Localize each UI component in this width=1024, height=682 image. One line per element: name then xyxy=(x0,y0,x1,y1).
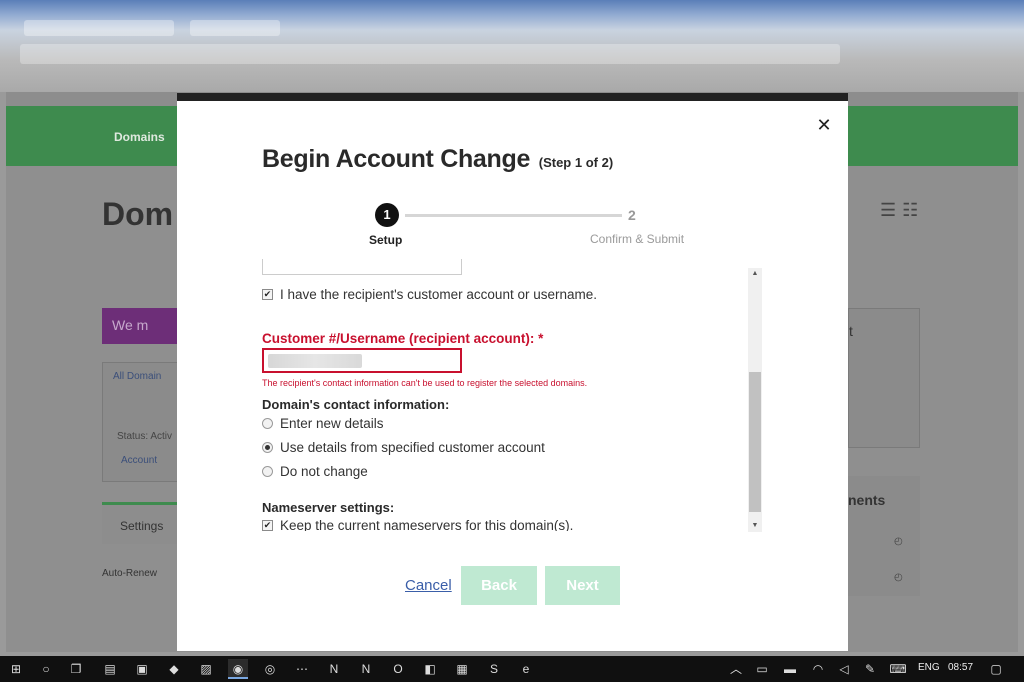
contact-section-label: Domain's contact information: xyxy=(262,397,450,412)
nameserver-section-label: Nameserver settings: xyxy=(262,500,395,515)
clock[interactable]: 08:57 xyxy=(948,662,973,673)
bg-right-card-2-title: nents xyxy=(848,492,886,508)
close-icon[interactable]: ✕ xyxy=(816,116,832,134)
app-icon[interactable]: ◎ xyxy=(260,659,280,679)
progress-stepper: 1 2 Setup Confirm & Submit xyxy=(177,201,848,251)
bg-page-title: Dom xyxy=(102,196,174,232)
bg-card-status: Status: Activ xyxy=(117,431,173,442)
app-icon[interactable]: ◆ xyxy=(164,659,184,679)
customer-field-label: Customer #/Username (recipient account):… xyxy=(262,331,544,346)
store-icon[interactable]: ▣ xyxy=(132,659,152,679)
info-icon: ◴ xyxy=(894,572,903,583)
scrollbar-thumb[interactable] xyxy=(749,372,761,512)
keep-nameservers-label: Keep the current nameservers for this do… xyxy=(280,518,574,531)
customer-field-error: The recipient's contact information can'… xyxy=(262,378,588,388)
outlook-icon[interactable]: O xyxy=(388,659,408,679)
browser-chrome xyxy=(0,0,1024,92)
cancel-link[interactable]: Cancel xyxy=(405,577,452,594)
file-explorer-icon[interactable]: ▤ xyxy=(100,659,120,679)
tray-chevron-icon[interactable]: ︿ xyxy=(726,659,746,679)
task-view-icon[interactable]: ❐ xyxy=(66,659,86,679)
step-1-indicator: 1 xyxy=(375,203,399,227)
contact-option-new-radio[interactable] xyxy=(262,418,273,429)
chrome-icon[interactable]: ◉ xyxy=(228,659,248,679)
view-toggle-icon: ☰☷ xyxy=(880,200,925,220)
info-icon: ◴ xyxy=(894,536,903,547)
back-button[interactable]: Back xyxy=(461,566,537,605)
windows-start-icon[interactable]: ⊞ xyxy=(6,659,26,679)
modal-title-text: Begin Account Change xyxy=(262,145,531,173)
have-account-label: I have the recipient's customer account … xyxy=(280,287,597,302)
form-scrollbar[interactable]: ▲ ▼ xyxy=(748,268,762,532)
skype-icon[interactable]: S xyxy=(484,659,504,679)
contact-option-customer-label: Use details from specified customer acco… xyxy=(280,440,545,455)
contact-option-nochange[interactable]: Do not change xyxy=(262,464,368,479)
keyboard-icon[interactable]: ⌨ xyxy=(888,659,908,679)
scroll-up-icon[interactable]: ▲ xyxy=(748,268,762,280)
notifications-icon[interactable]: ▢ xyxy=(986,659,1006,679)
bg-right-card-title: t xyxy=(849,323,853,339)
keep-nameservers-checkbox[interactable]: ✔ xyxy=(262,520,273,531)
pen-icon[interactable]: ✎ xyxy=(860,659,880,679)
address-bar[interactable] xyxy=(20,44,840,64)
battery-icon[interactable]: ▬ xyxy=(780,659,800,679)
wifi-icon[interactable]: ◠ xyxy=(808,659,828,679)
onenote-icon[interactable]: N xyxy=(324,659,344,679)
step-1-label: Setup xyxy=(369,233,403,247)
bg-settings-label: Settings xyxy=(120,519,164,533)
more-icon[interactable]: ⋯ xyxy=(292,659,312,679)
app-icon[interactable]: ▨ xyxy=(196,659,216,679)
contact-option-new-label: Enter new details xyxy=(280,416,384,431)
contact-option-customer[interactable]: Use details from specified customer acco… xyxy=(262,440,545,455)
onenote-alt-icon[interactable]: N xyxy=(356,659,376,679)
step-connector xyxy=(405,214,622,217)
account-change-modal: ✕ Begin Account Change (Step 1 of 2) 1 2… xyxy=(177,93,848,651)
next-button[interactable]: Next xyxy=(545,566,620,605)
edge-icon[interactable]: e xyxy=(516,659,536,679)
volume-icon[interactable]: ◁ xyxy=(834,659,854,679)
app-icon[interactable]: ◧ xyxy=(420,659,440,679)
modal-actions: Cancel Back Next xyxy=(177,566,848,606)
language-indicator[interactable]: ENG xyxy=(918,662,940,673)
modal-step-note: (Step 1 of 2) xyxy=(538,155,614,170)
contact-option-nochange-label: Do not change xyxy=(280,464,368,479)
contact-option-customer-radio[interactable] xyxy=(262,442,273,453)
contact-option-nochange-radio[interactable] xyxy=(262,466,273,477)
bg-right-card-2: nents ◴ ◴ xyxy=(848,476,920,596)
bg-card-account: Account xyxy=(121,455,158,466)
have-account-checkbox[interactable]: ✔ xyxy=(262,289,273,300)
app-icon[interactable]: ▦ xyxy=(452,659,472,679)
bg-card-link: All Domain xyxy=(113,371,162,382)
bg-nav-domains: Domains xyxy=(114,130,165,144)
keep-nameservers-row[interactable]: ✔ Keep the current nameservers for this … xyxy=(262,518,573,531)
customer-username-input[interactable] xyxy=(262,348,462,373)
redacted-value xyxy=(268,354,362,368)
modal-title: Begin Account Change (Step 1 of 2) xyxy=(262,145,613,174)
bg-auto-renew: Auto-Renew xyxy=(102,568,158,579)
cortana-icon[interactable]: ○ xyxy=(36,659,56,679)
taskbar: ⊞ ○ ❐ ▤ ▣ ◆ ▨ ◉ ◎ ⋯ N N O ◧ ▦ S e ︿ ▭ ▬ … xyxy=(0,656,1024,682)
bg-banner-text: We m xyxy=(112,317,149,333)
form-scroll-area[interactable]: ✔ I have the recipient's customer accoun… xyxy=(262,259,762,531)
step-2-indicator: 2 xyxy=(628,207,636,223)
previous-field-input[interactable] xyxy=(262,259,462,275)
bg-right-card: t xyxy=(848,308,920,448)
browser-tab[interactable] xyxy=(190,20,280,36)
browser-tab[interactable] xyxy=(24,20,174,36)
contact-option-new[interactable]: Enter new details xyxy=(262,416,384,431)
tray-app-icon[interactable]: ▭ xyxy=(752,659,772,679)
have-account-row[interactable]: ✔ I have the recipient's customer accoun… xyxy=(262,287,597,302)
scroll-down-icon[interactable]: ▼ xyxy=(748,520,762,532)
step-2-label: Confirm & Submit xyxy=(590,232,685,246)
